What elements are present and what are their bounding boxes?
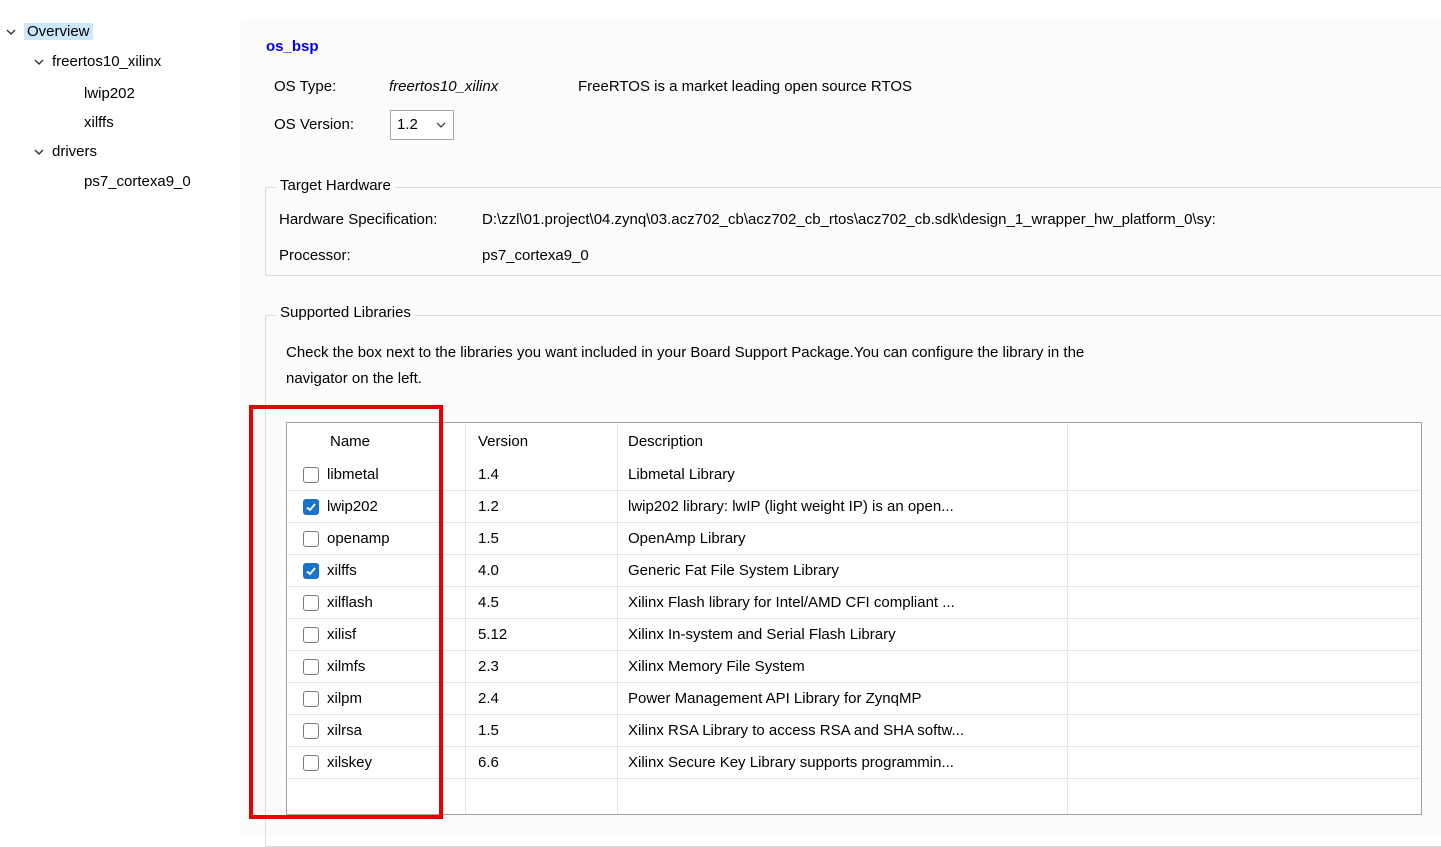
library-version: 4.0 — [478, 562, 499, 579]
libraries-table: Name Version Description libmetal 1.4 Libm… — [286, 422, 1422, 815]
os-type-label: OS Type: — [274, 78, 337, 95]
tree-item-label: lwip202 — [84, 85, 135, 102]
library-description: Power Management API Library for ZynqMP — [628, 690, 922, 707]
tree-item-ps7-cortexa9[interactable]: ps7_cortexa9_0 — [84, 170, 191, 194]
chevron-down-icon[interactable] — [32, 55, 46, 69]
processor-value: ps7_cortexa9_0 — [482, 247, 589, 264]
target-hardware-legend: Target Hardware — [276, 177, 395, 194]
table-row[interactable]: xilmfs 2.3 Xilinx Memory File System — [287, 651, 1421, 683]
os-type-value: freertos10_xilinx — [389, 78, 499, 95]
navigator-tree: Overview freertos10_xilinx lwip202 xilff… — [0, 18, 240, 835]
library-description: OpenAmp Library — [628, 530, 746, 547]
library-version: 1.2 — [478, 498, 499, 515]
libraries-instructions-line2: navigator on the left. — [286, 370, 422, 387]
library-description: Xilinx In-system and Serial Flash Librar… — [628, 626, 896, 643]
supported-libraries-legend: Supported Libraries — [276, 304, 415, 321]
tree-item-label: xilffs — [84, 114, 114, 131]
tree-item-overview[interactable]: Overview — [4, 20, 93, 44]
table-row[interactable]: xilffs 4.0 Generic Fat File System Library — [287, 555, 1421, 587]
os-type-description: FreeRTOS is a market leading open source… — [578, 78, 913, 95]
target-hardware-group — [265, 187, 1441, 276]
library-version: 2.4 — [478, 690, 499, 707]
library-description: Xilinx Flash library for Intel/AMD CFI c… — [628, 594, 955, 611]
os-version-select[interactable]: 1.2 — [390, 110, 454, 140]
library-description: Xilinx Memory File System — [628, 658, 805, 675]
table-row[interactable]: xilflash 4.5 Xilinx Flash library for Inte… — [287, 587, 1421, 619]
tree-item-label: drivers — [52, 143, 98, 160]
library-version: 4.5 — [478, 594, 499, 611]
library-version: 5.12 — [478, 626, 508, 643]
table-row[interactable]: xilisf 5.12 Xilinx In-system and Serial Fl… — [287, 619, 1421, 651]
table-row[interactable]: libmetal 1.4 Libmetal Library — [287, 459, 1421, 491]
chevron-down-icon[interactable] — [32, 145, 46, 159]
library-version: 1.5 — [478, 530, 499, 547]
library-description: lwip202 library: lwIP (light weight IP) … — [628, 498, 954, 515]
library-description: Generic Fat File System Library — [628, 562, 839, 579]
tree-item-xilffs[interactable]: xilffs — [84, 111, 114, 135]
hw-spec-value: D:\zzl\01.project\04.zynq\03.acz702_cb\a… — [482, 211, 1216, 228]
processor-label: Processor: — [279, 247, 351, 264]
os-version-value: 1.2 — [397, 116, 418, 133]
library-version: 1.5 — [478, 722, 499, 739]
table-row[interactable]: xilrsa 1.5 Xilinx RSA Library to access RS… — [287, 715, 1421, 747]
tree-item-freertos[interactable]: freertos10_xilinx — [32, 50, 161, 74]
tree-item-label: freertos10_xilinx — [52, 53, 162, 70]
library-version: 6.6 — [478, 754, 499, 771]
column-header-description[interactable]: Description — [628, 429, 703, 455]
tree-item-label: ps7_cortexa9_0 — [84, 173, 191, 190]
chevron-down-icon[interactable] — [4, 25, 18, 39]
tree-item-lwip202[interactable]: lwip202 — [84, 82, 135, 106]
hw-spec-label: Hardware Specification: — [279, 211, 438, 228]
page-title[interactable]: os_bsp — [266, 38, 319, 55]
os-version-label: OS Version: — [274, 116, 355, 133]
library-version: 2.3 — [478, 658, 499, 675]
column-header-version[interactable]: Version — [478, 429, 528, 455]
libraries-instructions-line1: Check the box next to the libraries you … — [286, 344, 1085, 361]
highlight-box — [249, 405, 443, 819]
table-row[interactable]: xilpm 2.4 Power Management API Library for… — [287, 683, 1421, 715]
library-version: 1.4 — [478, 466, 499, 483]
tree-item-drivers[interactable]: drivers — [32, 140, 97, 164]
tree-item-label: Overview — [24, 23, 93, 40]
table-row[interactable]: openamp 1.5 OpenAmp Library — [287, 523, 1421, 555]
library-description: Xilinx RSA Library to access RSA and SHA… — [628, 722, 964, 739]
table-row[interactable]: lwip202 1.2 lwip202 library: lwIP (light w… — [287, 491, 1421, 523]
chevron-down-icon — [436, 122, 446, 128]
table-row[interactable]: xilskey 6.6 Xilinx Secure Key Library supp… — [287, 747, 1421, 779]
library-description: Xilinx Secure Key Library supports progr… — [628, 754, 954, 771]
library-description: Libmetal Library — [628, 466, 735, 483]
